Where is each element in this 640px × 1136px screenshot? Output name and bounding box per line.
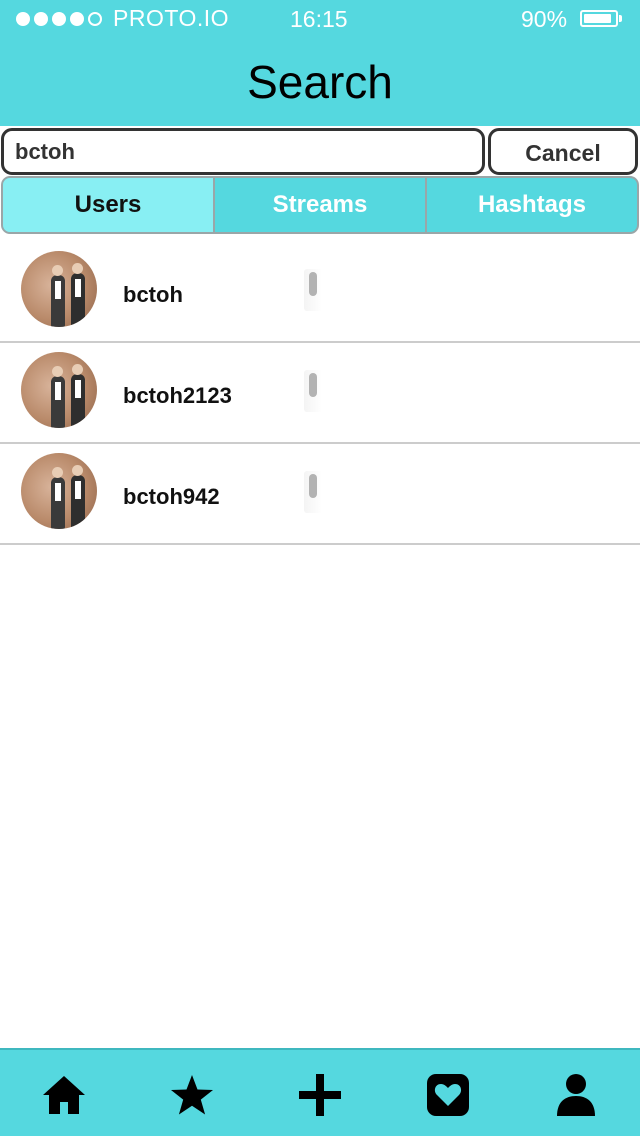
tab-users[interactable]: Users xyxy=(3,178,215,232)
list-item[interactable]: bctoh xyxy=(0,242,640,343)
list-item[interactable]: bctoh942 xyxy=(0,444,640,545)
avatar[interactable] xyxy=(21,352,97,428)
battery-icon xyxy=(580,10,618,27)
username[interactable]: bctoh xyxy=(123,282,183,308)
signal-dot xyxy=(70,12,84,26)
drag-handle[interactable] xyxy=(304,471,322,513)
heart-icon[interactable] xyxy=(423,1070,473,1120)
status-time: 16:15 xyxy=(290,6,348,32)
plus-icon[interactable] xyxy=(295,1070,345,1120)
avatar[interactable] xyxy=(21,251,97,327)
battery-fill xyxy=(584,14,611,23)
battery-nub xyxy=(619,15,622,22)
battery-percent: 90% xyxy=(521,6,568,32)
app-screen: PROTO.IO 16:15 90% Search Cancel Users S… xyxy=(0,0,640,1136)
signal-dot xyxy=(52,12,66,26)
bottom-tab-bar xyxy=(0,1048,640,1136)
signal-dot xyxy=(34,12,48,26)
status-bar: PROTO.IO 16:15 90% xyxy=(0,0,640,38)
profile-icon[interactable] xyxy=(551,1070,601,1120)
tab-hashtags[interactable]: Hashtags xyxy=(427,178,637,232)
search-input[interactable] xyxy=(1,128,485,175)
signal-dot xyxy=(88,12,102,26)
tab-streams[interactable]: Streams xyxy=(215,178,427,232)
avatar[interactable] xyxy=(21,453,97,529)
list-item[interactable]: bctoh2123 xyxy=(0,343,640,444)
drag-handle[interactable] xyxy=(304,370,322,412)
page-title: Search xyxy=(247,56,393,108)
home-icon[interactable] xyxy=(39,1070,89,1120)
username[interactable]: bctoh942 xyxy=(123,484,220,510)
segmented-tabs: Users Streams Hashtags xyxy=(1,176,639,234)
carrier-name: PROTO.IO xyxy=(113,5,230,31)
star-icon[interactable] xyxy=(167,1070,217,1120)
cancel-button[interactable]: Cancel xyxy=(488,128,638,175)
drag-handle[interactable] xyxy=(304,269,322,311)
header: PROTO.IO 16:15 90% Search xyxy=(0,0,640,126)
signal-dot xyxy=(16,12,30,26)
username[interactable]: bctoh2123 xyxy=(123,383,232,409)
results-list: bctoh bctoh2123 bctoh942 xyxy=(0,242,640,545)
signal-strength-icon xyxy=(16,12,102,26)
